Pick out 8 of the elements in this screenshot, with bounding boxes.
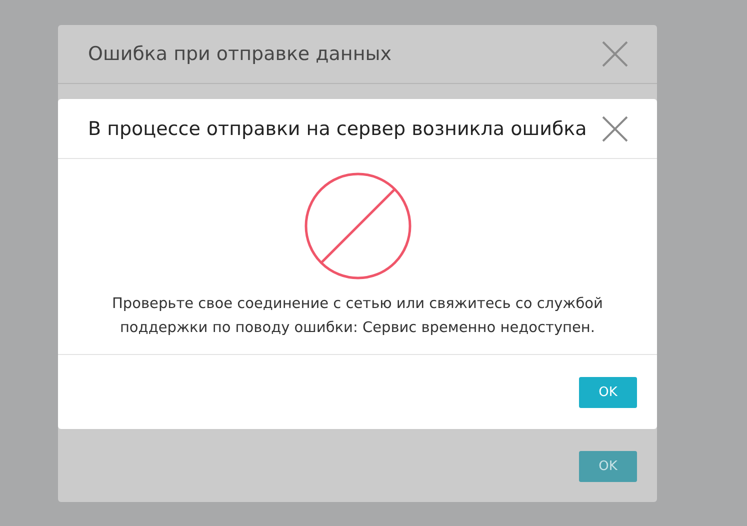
prohibited-icon bbox=[304, 172, 412, 280]
dialog-title: В процессе отправки на сервер возникла ошибка bbox=[88, 118, 587, 140]
ok-button[interactable]: OK bbox=[579, 376, 637, 408]
error-message: Проверьте свое соединение с сетью или свяжитесь со службой поддержки по поводу ошибки: Сервис временно недоступен. bbox=[111, 295, 604, 338]
close-icon[interactable] bbox=[602, 41, 628, 67]
dialog-title: Ошибка при отправке данных bbox=[88, 43, 392, 65]
ok-button[interactable]: OK bbox=[579, 450, 637, 482]
close-icon[interactable] bbox=[602, 116, 628, 142]
